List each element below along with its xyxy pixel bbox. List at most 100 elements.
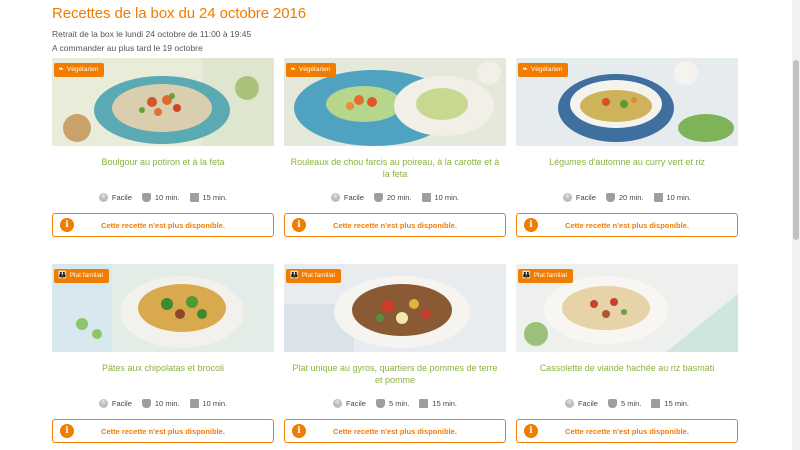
difficulty-label: Facile: [111, 192, 132, 202]
family-icon: 👪: [290, 272, 299, 279]
category-badge: ❧ Végétarien: [54, 63, 105, 77]
recipe-title[interactable]: Plat unique au gyros, quartiers de pomme…: [284, 362, 506, 392]
recipe-card[interactable]: 👪 Plat familial Pâtes aux chipolatas et …: [52, 264, 274, 443]
family-icon: 👪: [58, 272, 67, 279]
unavailable-notice: i Cette recette n'est plus disponible.: [284, 213, 506, 237]
recipe-title[interactable]: Rouleaux de chou farcis au poireau, à la…: [284, 156, 506, 186]
badge-label: Végétarien: [530, 66, 563, 73]
unavailable-text: Cette recette n'est plus disponible.: [101, 426, 225, 436]
chef-hat-icon: ♔: [332, 398, 342, 408]
recipe-photo[interactable]: ❧ Végétarien: [284, 58, 506, 146]
info-icon: i: [524, 424, 538, 438]
category-badge: 👪 Plat familial: [54, 269, 109, 283]
info-icon: i: [292, 218, 306, 232]
cook-time: 15 min.: [202, 192, 228, 202]
recipe-card[interactable]: ❧ Végétarien Boulgour au potiron et à la…: [52, 58, 274, 237]
pot-icon: [607, 398, 617, 408]
timer-icon: [189, 398, 199, 408]
recipe-meta: ♔ Facile 5 min. 15 min.: [516, 396, 738, 410]
timer-icon: [189, 192, 199, 202]
recipe-card[interactable]: 👪 Plat familial Plat unique au gyros, qu…: [284, 264, 506, 443]
difficulty-label: Facile: [577, 398, 598, 408]
scrollbar-thumb[interactable]: [793, 60, 799, 240]
badge-label: Plat familial: [301, 272, 335, 279]
category-badge: ❧ Végétarien: [518, 63, 569, 77]
cook-time: 10 min.: [434, 192, 460, 202]
prep-time: 5 min.: [620, 398, 642, 408]
family-icon: 👪: [522, 272, 531, 279]
unavailable-notice: i Cette recette n'est plus disponible.: [516, 419, 738, 443]
recipe-photo[interactable]: 👪 Plat familial: [516, 264, 738, 352]
recipe-meta: ♔ Facile 5 min. 15 min.: [284, 396, 506, 410]
recipe-photo[interactable]: 👪 Plat familial: [284, 264, 506, 352]
recipe-title[interactable]: Cassolette de viande hachée au riz basma…: [516, 362, 738, 392]
difficulty-label: Facile: [575, 192, 596, 202]
difficulty-label: Facile: [345, 398, 366, 408]
prep-time: 10 min.: [154, 398, 180, 408]
pot-icon: [141, 192, 151, 202]
order-deadline: A commander au plus tard le 19 octobre: [52, 43, 203, 53]
unavailable-notice: i Cette recette n'est plus disponible.: [52, 213, 274, 237]
info-icon: i: [60, 424, 74, 438]
leaf-icon: ❧: [290, 66, 296, 73]
page-title: Recettes de la box du 24 octobre 2016: [52, 5, 306, 22]
unavailable-notice: i Cette recette n'est plus disponible.: [52, 419, 274, 443]
leaf-icon: ❧: [58, 66, 64, 73]
vertical-scrollbar[interactable]: [792, 0, 800, 450]
pot-icon: [373, 192, 383, 202]
badge-label: Plat familial: [533, 272, 567, 279]
chef-hat-icon: ♔: [562, 192, 572, 202]
badge-label: Végétarien: [66, 66, 99, 73]
unavailable-text: Cette recette n'est plus disponible.: [565, 220, 689, 230]
unavailable-text: Cette recette n'est plus disponible.: [333, 220, 457, 230]
recipe-photo[interactable]: ❧ Végétarien: [52, 58, 274, 146]
cook-time: 10 min.: [202, 398, 228, 408]
cook-time: 10 min.: [666, 192, 692, 202]
timer-icon: [421, 192, 431, 202]
recipe-card[interactable]: ❧ Végétarien Rouleaux de chou farcis au …: [284, 58, 506, 237]
unavailable-notice: i Cette recette n'est plus disponible.: [284, 419, 506, 443]
info-icon: i: [60, 218, 74, 232]
recipe-card[interactable]: ❧ Végétarien Légumes d'automne au curry …: [516, 58, 738, 237]
recipe-photo[interactable]: 👪 Plat familial: [52, 264, 274, 352]
recipe-photo[interactable]: ❧ Végétarien: [516, 58, 738, 146]
prep-time: 5 min.: [388, 398, 410, 408]
timer-icon: [653, 192, 663, 202]
page-header: Recettes de la box du 24 octobre 2016 Re…: [52, 5, 306, 55]
recipe-title[interactable]: Boulgour au potiron et à la feta: [52, 156, 274, 186]
info-icon: i: [292, 424, 306, 438]
badge-label: Plat familial: [69, 272, 103, 279]
recipe-meta: ♔ Facile 10 min. 15 min.: [52, 190, 274, 204]
recipe-meta: ♔ Facile 20 min. 10 min.: [516, 190, 738, 204]
cook-time: 15 min.: [664, 398, 690, 408]
cook-time: 15 min.: [432, 398, 458, 408]
difficulty-label: Facile: [343, 192, 364, 202]
category-badge: 👪 Plat familial: [518, 269, 573, 283]
prep-time: 10 min.: [154, 192, 180, 202]
timer-icon: [419, 398, 429, 408]
unavailable-text: Cette recette n'est plus disponible.: [333, 426, 457, 436]
recipe-title[interactable]: Pâtes aux chipolatas et brocoli: [52, 362, 274, 392]
category-badge: 👪 Plat familial: [286, 269, 341, 283]
recipe-card[interactable]: 👪 Plat familial Cassolette de viande hac…: [516, 264, 738, 443]
chef-hat-icon: ♔: [564, 398, 574, 408]
chef-hat-icon: ♔: [330, 192, 340, 202]
chef-hat-icon: ♔: [98, 398, 108, 408]
pickup-info: Retrait de la box le lundi 24 octobre de…: [52, 29, 252, 39]
pot-icon: [141, 398, 151, 408]
badge-label: Végétarien: [298, 66, 331, 73]
chef-hat-icon: ♔: [98, 192, 108, 202]
unavailable-notice: i Cette recette n'est plus disponible.: [516, 213, 738, 237]
recipe-meta: ♔ Facile 20 min. 10 min.: [284, 190, 506, 204]
pot-icon: [375, 398, 385, 408]
category-badge: ❧ Végétarien: [286, 63, 337, 77]
difficulty-label: Facile: [111, 398, 132, 408]
pot-icon: [605, 192, 615, 202]
prep-time: 20 min.: [618, 192, 644, 202]
recipe-title[interactable]: Légumes d'automne au curry vert et riz: [516, 156, 738, 186]
info-icon: i: [524, 218, 538, 232]
unavailable-text: Cette recette n'est plus disponible.: [565, 426, 689, 436]
recipe-meta: ♔ Facile 10 min. 10 min.: [52, 396, 274, 410]
prep-time: 20 min.: [386, 192, 412, 202]
unavailable-text: Cette recette n'est plus disponible.: [101, 220, 225, 230]
